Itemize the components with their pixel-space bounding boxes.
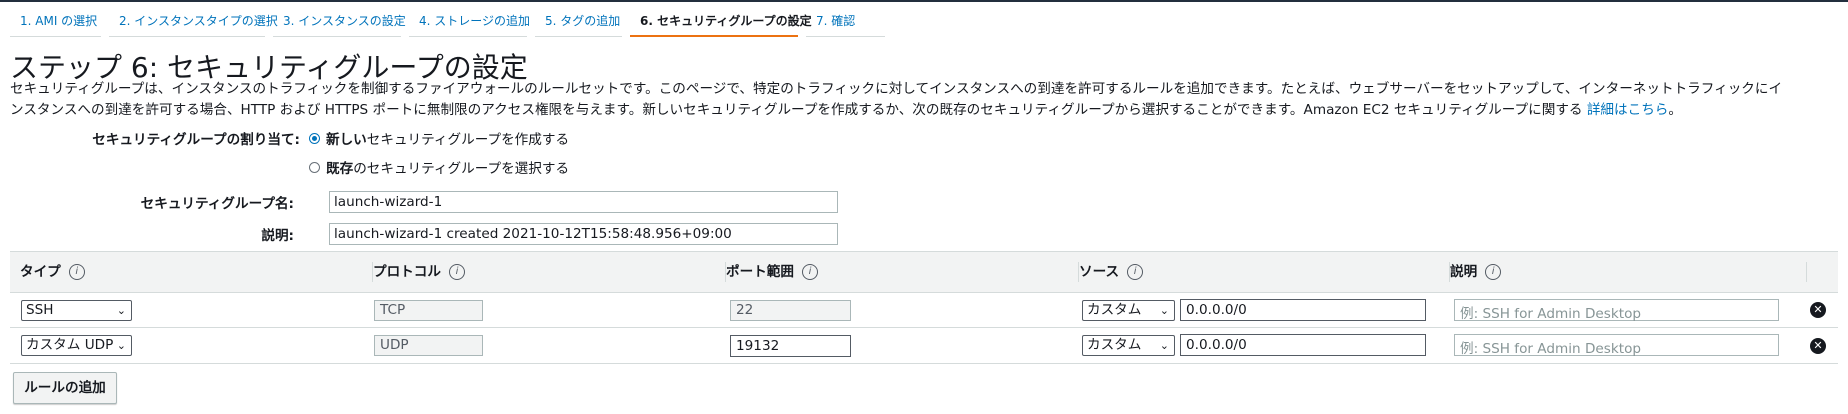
rules-table-header: タイプ i プロトコル i ポート範囲 i ソース i 説明 i [10,251,1838,293]
rule-desc-input[interactable]: 例: SSH for Admin Desktop [1454,334,1779,357]
source-cidr-input[interactable]: 0.0.0.0/0 [1180,334,1426,356]
tab-ami[interactable]: 1. AMI の選択 [10,2,101,37]
source-type-value: カスタム [1087,302,1142,318]
description-line-2: ンスタンスへの到達を許可する場合、HTTP および HTTPS ポートに無制限の… [10,102,1587,118]
info-icon[interactable]: i [801,264,818,280]
radio-new-label: セキュリティグループを作成する [366,132,570,148]
radio-new-icon[interactable] [309,132,320,144]
protocol-field: UDP [374,335,483,356]
tab-instance-type[interactable]: 2. インスタンスタイプの選択 [109,2,278,37]
remove-rule-icon[interactable]: ✕ [1810,302,1826,318]
col-desc: 説明 i [1450,252,1807,292]
info-icon[interactable]: i [68,264,85,280]
col-port-label: ポート範囲 [726,264,794,280]
tab-instance-config[interactable]: 3. インスタンスの設定 [273,2,406,37]
port-field: 22 [730,300,851,321]
description-line-1: セキュリティグループは、インスタンスのトラフィックを制御するファイアウォールのル… [10,81,1783,97]
chevron-down-icon: ⌄ [116,339,126,352]
table-row: SSH ⌄ TCP 22 カスタム ⌄ 0.0.0.0/0 例: SSH for A… [10,292,1838,328]
col-type-label: タイプ [20,264,61,280]
chevron-down-icon: ⌄ [1159,304,1169,317]
page-description: セキュリティグループは、インスタンスのトラフィックを制御するファイアウォールのル… [10,79,1842,121]
learn-more-link[interactable]: 詳細はこちら [1587,102,1669,118]
assign-label: セキュリティグループの割り当て: [92,132,300,148]
group-name-label: セキュリティグループ名: [140,196,294,212]
table-row: カスタム UDP ⌄ UDP 19132 カスタム ⌄ 0.0.0.0/0 例: S… [10,328,1838,364]
col-source: ソース i [1079,252,1450,292]
protocol-field: TCP [374,300,483,321]
tab-security-group[interactable]: 6. セキュリティグループの設定 [630,2,812,37]
col-source-label: ソース [1079,264,1120,280]
radio-new-group[interactable]: 新しい セキュリティグループを作成する [309,128,569,148]
source-cidr-input[interactable]: 0.0.0.0/0 [1180,299,1426,321]
chevron-down-icon: ⌄ [1159,339,1169,352]
remove-rule-icon[interactable]: ✕ [1810,338,1826,354]
info-icon[interactable]: i [1485,264,1502,280]
type-select-value: カスタム UDP [26,337,114,353]
group-desc-label: 説明: [261,228,294,244]
wizard-tabs: 1. AMI の選択 2. インスタンスタイプの選択 3. インスタンスの設定 … [10,2,893,38]
col-type: タイプ i [20,252,373,292]
group-desc-input[interactable]: launch-wizard-1 created 2021-10-12T15:58… [329,223,838,245]
rule-desc-input[interactable]: 例: SSH for Admin Desktop [1454,299,1779,322]
source-type-value: カスタム [1087,337,1142,353]
col-protocol: プロトコル i [373,252,726,292]
radio-new-bold: 新しい [326,132,367,148]
tab-review[interactable]: 7. 確認 [806,2,885,37]
radio-existing-group[interactable]: 既存 のセキュリティグループを選択する [309,157,569,177]
source-type-select[interactable]: カスタム ⌄ [1082,300,1175,321]
radio-existing-icon[interactable] [309,161,320,173]
type-select[interactable]: SSH ⌄ [21,300,132,321]
info-icon[interactable]: i [448,264,465,280]
tab-tags[interactable]: 5. タグの追加 [535,2,622,37]
tab-storage[interactable]: 4. ストレージの追加 [409,2,530,37]
add-rule-button[interactable]: ルールの追加 [13,372,117,404]
radio-existing-label: のセキュリティグループを選択する [353,161,570,177]
col-port: ポート範囲 i [726,252,1079,292]
type-select-value: SSH [26,302,54,318]
col-protocol-label: プロトコル [373,264,441,280]
chevron-down-icon: ⌄ [116,304,126,317]
port-input[interactable]: 19132 [730,335,851,357]
col-desc-label: 説明 [1450,264,1478,280]
group-name-input[interactable]: launch-wizard-1 [329,191,838,213]
radio-existing-bold: 既存 [326,161,354,177]
description-end: 。 [1668,102,1682,118]
info-icon[interactable]: i [1127,264,1144,280]
type-select[interactable]: カスタム UDP ⌄ [21,335,132,356]
source-type-select[interactable]: カスタム ⌄ [1082,335,1175,356]
